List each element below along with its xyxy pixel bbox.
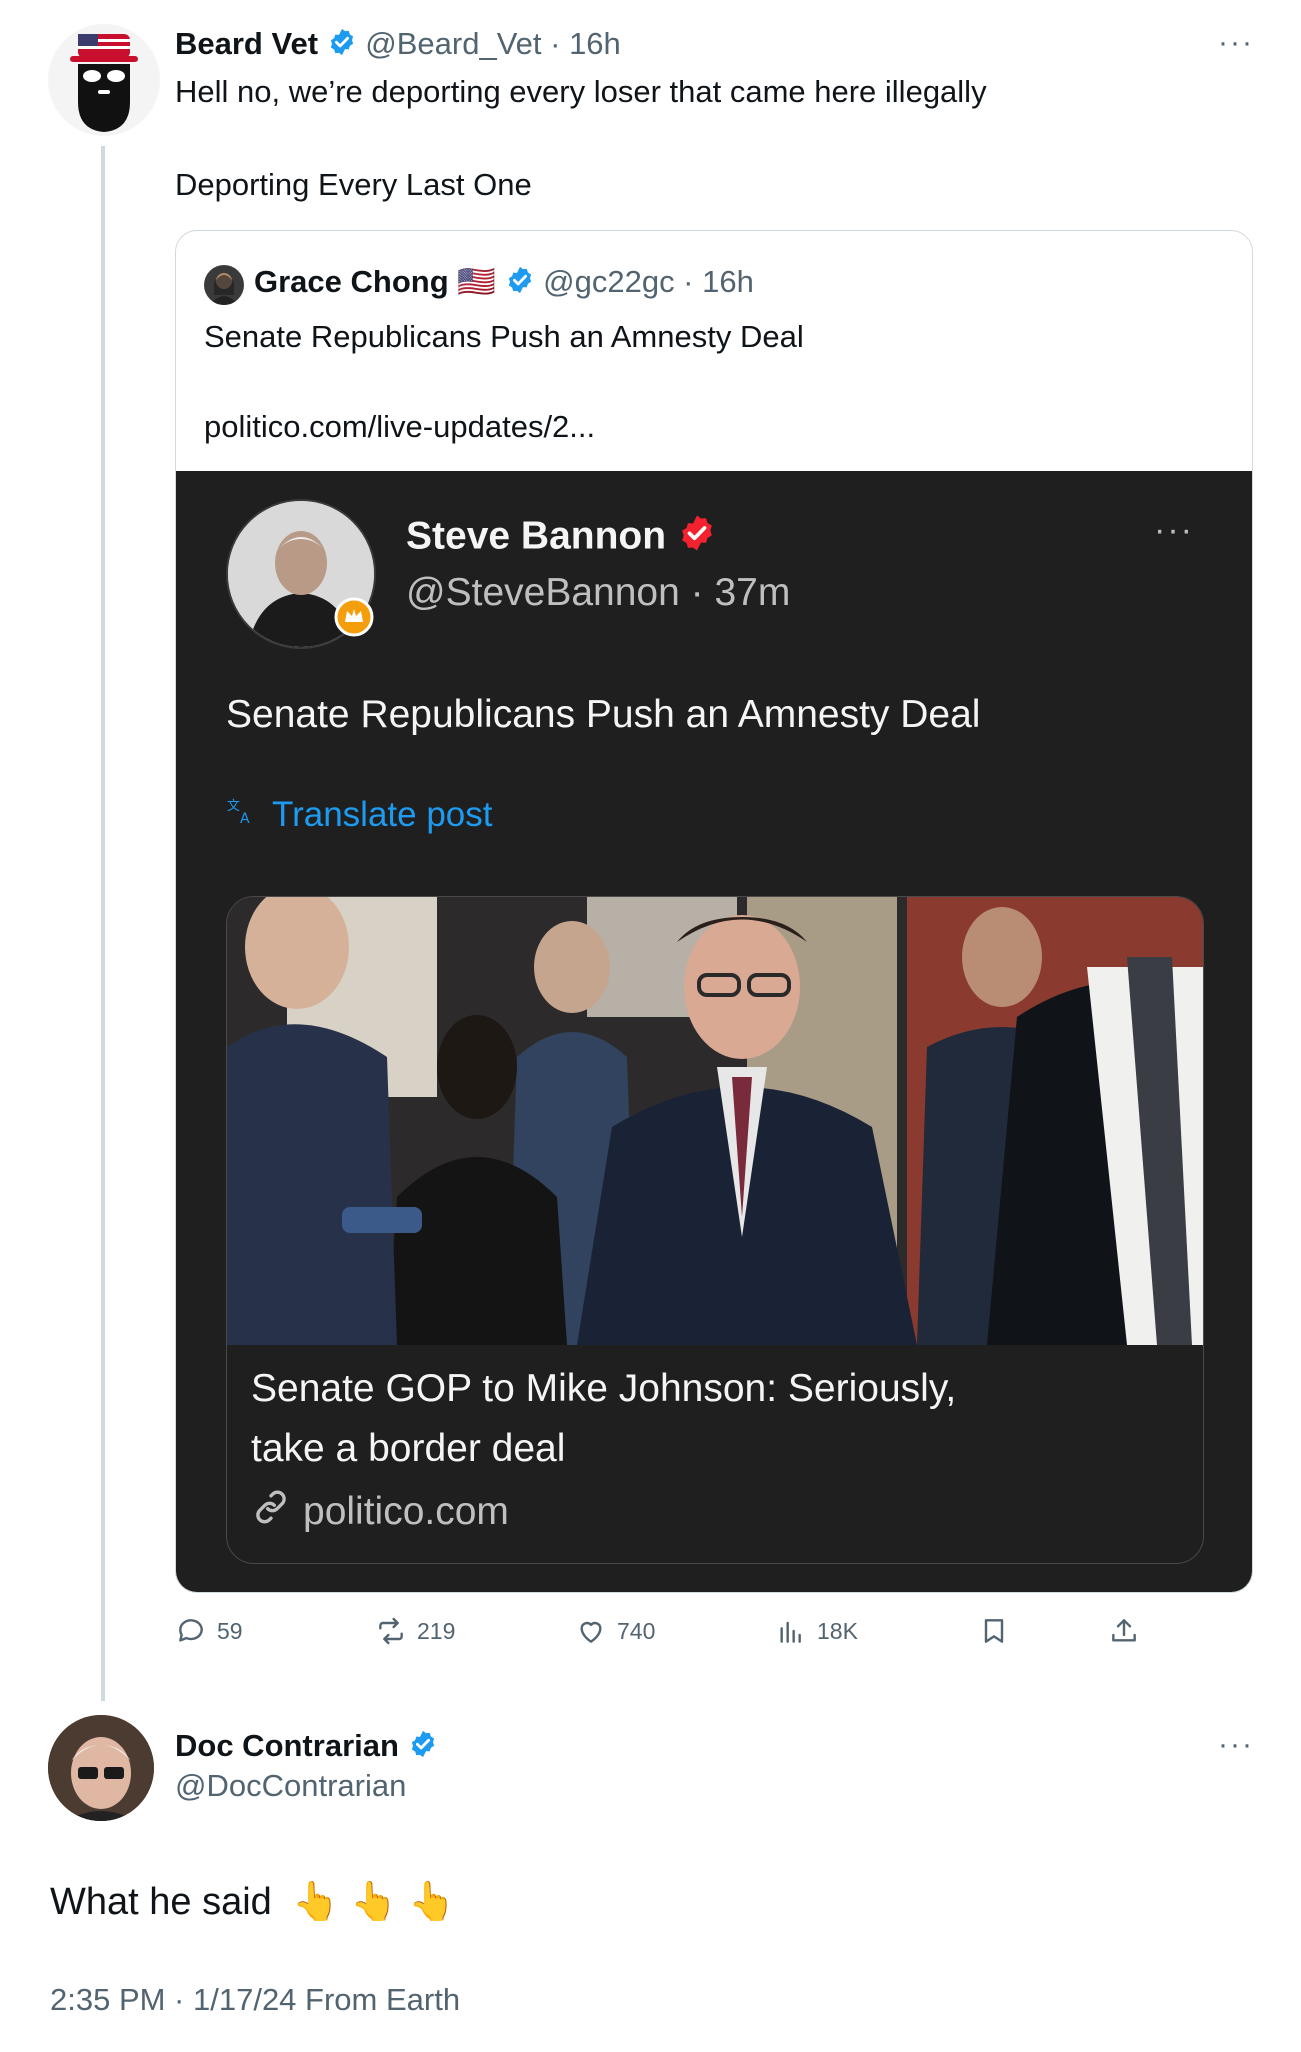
- main-post-text-line2: Deporting Every Last One: [175, 167, 532, 202]
- author-name[interactable]: Beard Vet: [175, 26, 318, 61]
- like-count: 740: [617, 1617, 656, 1644]
- reply-icon: [179, 1619, 203, 1642]
- pointing-up-emojis: 👆 👆 👆: [292, 1881, 456, 1923]
- translate-icon: 文A: [226, 795, 256, 835]
- main-post-text-line1: Hell no, we’re deporting every loser tha…: [175, 74, 987, 109]
- verified-badge-icon: [408, 1729, 438, 1767]
- reply-post-text: What he said 👆 👆 👆: [50, 1880, 455, 1924]
- embedded-author-name: Steve Bannon: [406, 514, 667, 558]
- quoted-post-link[interactable]: politico.com/live-updates/2...: [204, 409, 595, 445]
- repost-button[interactable]: 219: [375, 1615, 455, 1647]
- reply-count: 59: [217, 1617, 243, 1644]
- card-headline-line1: Senate GOP to Mike Johnson: Seriously,: [251, 1367, 957, 1410]
- reply-text: What he said: [50, 1881, 272, 1923]
- card-headline-line2: take a border deal: [251, 1427, 566, 1470]
- translate-post-link: 文A Translate post: [226, 795, 492, 835]
- bookmark-button[interactable]: [978, 1615, 1010, 1647]
- beard-vet-avatar[interactable]: [48, 24, 160, 136]
- share-icon: [1112, 1619, 1136, 1642]
- translate-label: Translate post: [272, 795, 493, 834]
- repost-count: 219: [417, 1617, 456, 1644]
- quoted-handle-and-time: @gc22gc · 16h: [543, 264, 754, 299]
- grace-chong-avatar: [204, 265, 244, 305]
- doc-contrarian-avatar[interactable]: [48, 1715, 154, 1821]
- reply-author-name[interactable]: Doc Contrarian: [175, 1728, 399, 1763]
- link-preview-card: Senate GOP to Mike Johnson: Seriously, t…: [226, 896, 1204, 1564]
- us-flag-icon: 🇺🇸: [457, 264, 496, 299]
- quoted-post-text: Senate Republicans Push an Amnesty Deal: [204, 319, 804, 354]
- reply-button[interactable]: 59: [175, 1615, 243, 1647]
- red-verified-badge-icon: [677, 513, 717, 563]
- embedded-handle-and-time: @SteveBannon · 37m: [406, 571, 791, 614]
- thread-connector-line: [101, 146, 105, 1701]
- quoted-author-name: Grace Chong: [254, 264, 449, 299]
- more-horizontal-icon: ···: [1154, 511, 1194, 549]
- embedded-post-text: Senate Republicans Push an Amnesty Deal: [226, 693, 981, 736]
- handle-and-time[interactable]: @Beard_Vet · 16h: [365, 26, 621, 61]
- svg-text:文: 文: [227, 799, 240, 814]
- verified-badge-icon: [327, 27, 357, 65]
- repost-icon: [379, 1617, 403, 1645]
- link-icon: [251, 1487, 291, 1537]
- card-domain-text: politico.com: [303, 1490, 509, 1533]
- heart-icon: [580, 1621, 602, 1643]
- more-horizontal-icon[interactable]: ···: [1218, 26, 1254, 60]
- views-chart-icon: [780, 1621, 801, 1643]
- reply-handle[interactable]: @DocContrarian: [175, 1768, 406, 1804]
- card-domain: politico.com: [251, 1487, 509, 1537]
- reply-post-header: Doc Contrarian: [175, 1728, 438, 1767]
- like-button[interactable]: 740: [575, 1615, 655, 1647]
- share-button[interactable]: [1108, 1615, 1140, 1647]
- main-post-header: Beard Vet @Beard_Vet · 16h: [175, 26, 621, 65]
- views-count: 18K: [817, 1617, 858, 1644]
- crown-badge-icon: [334, 597, 374, 637]
- link-preview-image: [227, 897, 1203, 1345]
- more-horizontal-icon[interactable]: ···: [1218, 1728, 1254, 1762]
- reply-timestamp[interactable]: 2:35 PM · 1/17/24 From Earth: [50, 1982, 460, 2018]
- views-button[interactable]: 18K: [775, 1615, 858, 1647]
- verified-badge-icon: [505, 265, 535, 303]
- embedded-screenshot: Steve Bannon @SteveBannon · 37m ··· Sena…: [176, 471, 1252, 1592]
- svg-text:A: A: [240, 811, 250, 826]
- embedded-header: Steve Bannon: [406, 513, 717, 563]
- bookmark-icon: [984, 1619, 1004, 1643]
- quoted-post-card[interactable]: Grace Chong 🇺🇸 @gc22gc · 16h Senate Repu…: [175, 230, 1253, 1593]
- quoted-post-header: Grace Chong 🇺🇸 @gc22gc · 16h: [254, 263, 754, 303]
